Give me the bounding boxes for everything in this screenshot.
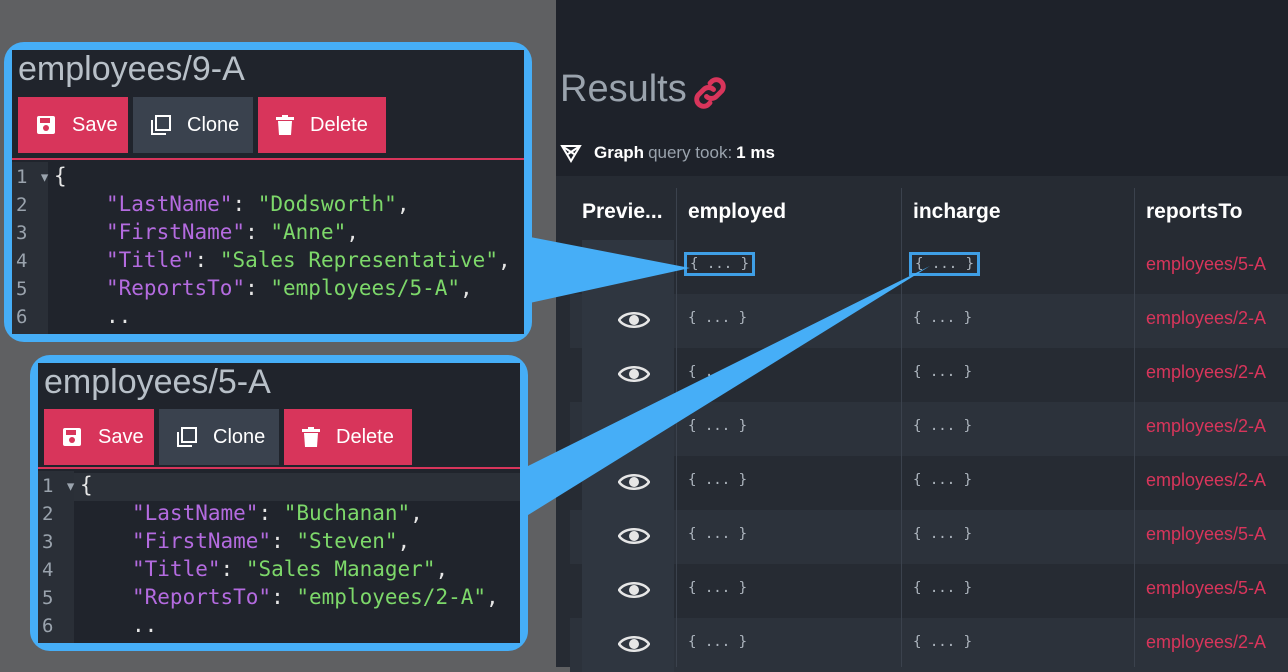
code-line: { (54, 164, 67, 188)
code-line: "ReportsTo": "employees/5-A", (106, 276, 473, 300)
code-line: "Title": "Sales Manager", (132, 557, 449, 581)
toolbar-separator (12, 158, 524, 160)
json-value: "employees/5-A" (270, 276, 461, 300)
document-title: employees/5-A (44, 363, 271, 401)
document-title: employees/9-A (18, 50, 245, 88)
active-line-highlight (74, 473, 520, 501)
code-line: .. (106, 304, 132, 328)
delete-label: Delete (310, 113, 368, 136)
document-editor: employees/5-A Save Clone Delete 1 ▾{2 "La… (38, 363, 520, 643)
line-number: 5 (16, 278, 28, 300)
toolbar-separator (38, 467, 520, 469)
code-editor[interactable]: 1 ▾{2 "LastName": "Dodsworth", 3 "FirstName… (12, 162, 524, 334)
save-label: Save (72, 113, 118, 136)
delete-label: Delete (336, 425, 394, 448)
line-number: 2 (42, 503, 54, 525)
json-value: "employees/2-A" (296, 585, 487, 609)
json-key: "FirstName" (106, 220, 246, 244)
line-number: 1 ▾ (16, 166, 51, 188)
line-number: 3 (42, 531, 54, 553)
save-icon (63, 428, 81, 446)
json-key: "LastName" (106, 192, 233, 216)
json-key: "LastName" (132, 501, 259, 525)
clone-label: Clone (213, 425, 266, 448)
line-number: 4 (16, 250, 28, 272)
code-line: "LastName": "Dodsworth", (106, 192, 410, 216)
json-value: "Buchanan" (283, 501, 411, 525)
code-line: "FirstName": "Anne", (106, 220, 359, 244)
json-value: "Sales Representative" (219, 248, 498, 272)
code-line: { (80, 473, 93, 497)
line-number: 1 ▾ (42, 475, 77, 497)
clone-icon (177, 427, 197, 447)
json-value: "Dodsworth" (257, 192, 397, 216)
line-number: 2 (16, 194, 28, 216)
json-value: "Sales Manager" (245, 557, 436, 581)
document-editor: employees/9-A Save Clone Delete 1 ▾{2 "La… (12, 50, 524, 334)
line-number: 4 (42, 559, 54, 581)
document-callout-5a: employees/5-A Save Clone Delete 1 ▾{2 "La… (30, 355, 528, 651)
trash-icon (302, 427, 320, 447)
document-callout-9a: employees/9-A Save Clone Delete 1 ▾{2 "La… (4, 42, 532, 342)
save-icon (37, 116, 55, 134)
line-number: 3 (16, 222, 28, 244)
save-button[interactable]: Save (18, 97, 128, 153)
json-key: "ReportsTo" (106, 276, 246, 300)
line-number: 5 (42, 587, 54, 609)
save-button[interactable]: Save (44, 409, 154, 465)
json-key: "FirstName" (132, 529, 272, 553)
line-number: 6 (42, 615, 54, 637)
code-editor[interactable]: 1 ▾{2 "LastName": "Buchanan", 3 "FirstName"… (38, 471, 520, 643)
code-line: "FirstName": "Steven", (132, 529, 411, 553)
json-key: "Title" (132, 557, 221, 581)
clone-icon (151, 115, 171, 135)
json-value: "Steven" (296, 529, 398, 553)
clone-button[interactable]: Clone (133, 97, 253, 153)
code-line: .. (132, 613, 158, 637)
line-number: 6 (16, 306, 28, 328)
code-line: "ReportsTo": "employees/2-A", (132, 585, 499, 609)
json-key: "Title" (106, 248, 195, 272)
code-line: "Title": "Sales Representative", (106, 248, 511, 272)
clone-label: Clone (187, 113, 240, 136)
trash-icon (276, 115, 294, 135)
code-line: "LastName": "Buchanan", (132, 501, 423, 525)
delete-button[interactable]: Delete (284, 409, 412, 465)
clone-button[interactable]: Clone (159, 409, 279, 465)
json-value: "Anne" (270, 220, 347, 244)
save-label: Save (98, 425, 144, 448)
json-key: "ReportsTo" (132, 585, 272, 609)
delete-button[interactable]: Delete (258, 97, 386, 153)
